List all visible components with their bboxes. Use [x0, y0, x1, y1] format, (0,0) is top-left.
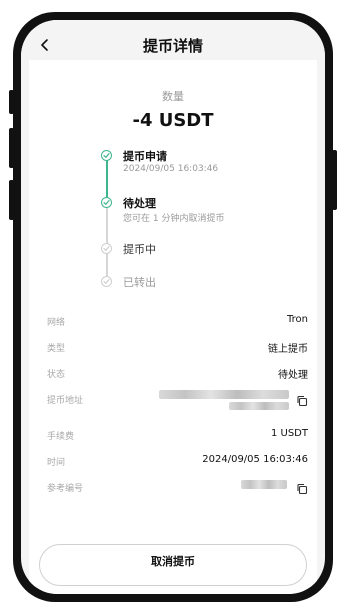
check-circle-outline-icon	[101, 243, 112, 254]
timeline-line-pending	[106, 205, 108, 276]
status-bar	[21, 20, 325, 32]
check-circle-icon	[101, 197, 112, 208]
timeline-step-title: 待处理	[123, 197, 156, 210]
timeline-line-completed	[106, 159, 108, 202]
timeline-step-note: 您可在 1 分钟内取消提币	[123, 214, 225, 224]
time-value: 2024/09/05 16:03:46	[202, 454, 308, 465]
status-value: 待处理	[278, 370, 308, 381]
type-value: 链上提币	[268, 344, 308, 355]
top-navigation: 提币详情	[21, 32, 325, 58]
reference-label: 参考编号	[47, 484, 84, 494]
copy-icon[interactable]	[296, 392, 308, 407]
address-label: 提币地址	[47, 396, 84, 406]
fee-value: 1 USDT	[270, 428, 308, 439]
network-value: Tron	[287, 314, 308, 325]
status-label: 状态	[47, 370, 66, 380]
network-label: 网络	[47, 318, 66, 328]
address-value-redacted	[159, 390, 289, 399]
page-title: 提币详情	[142, 37, 203, 55]
timeline-step-title: 已转出	[123, 276, 156, 289]
copy-icon[interactable]	[296, 480, 308, 495]
phone-frame: 提币详情 数量 -4 USDT 提币申请 2024/09/05 16:03:46…	[13, 12, 333, 602]
type-label: 类型	[47, 344, 66, 354]
check-circle-icon	[101, 150, 112, 161]
timeline-step-time: 2024/09/05 16:03:46	[123, 164, 219, 174]
reference-value-redacted	[241, 480, 287, 489]
check-circle-outline-icon	[101, 276, 112, 287]
amount-label: 数量	[162, 90, 184, 103]
fee-label: 手续费	[47, 432, 75, 442]
cancel-withdrawal-button[interactable]: 取消提币	[39, 544, 307, 586]
address-value-redacted	[229, 402, 289, 410]
phone-screen: 提币详情 数量 -4 USDT 提币申请 2024/09/05 16:03:46…	[21, 20, 325, 594]
withdrawal-detail-card: 数量 -4 USDT 提币申请 2024/09/05 16:03:46 待处理 …	[29, 60, 317, 594]
amount-value: -4 USDT	[132, 110, 214, 131]
timeline-step-title: 提币申请	[123, 150, 167, 163]
time-label: 时间	[47, 458, 66, 468]
timeline-step-title: 提币中	[123, 243, 156, 256]
